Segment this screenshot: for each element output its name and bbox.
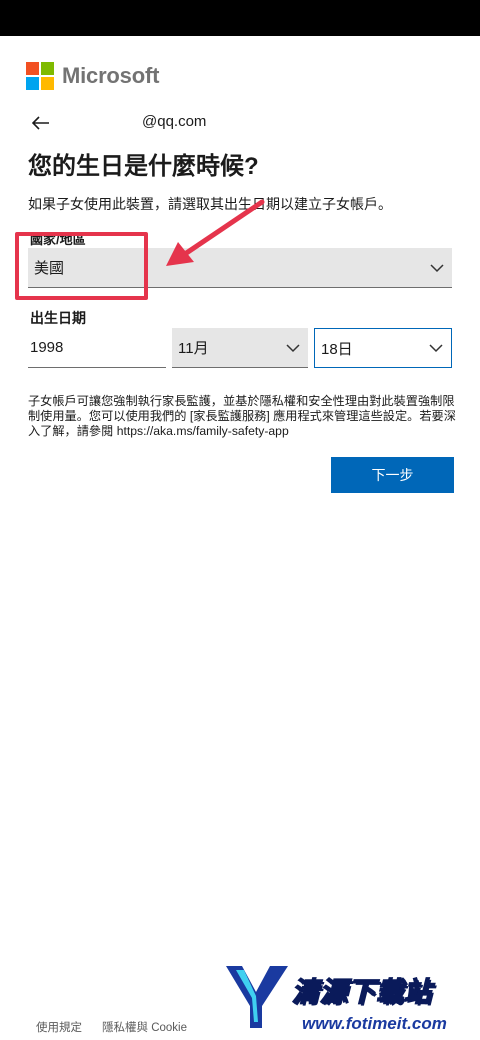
next-button[interactable]: 下一步	[331, 457, 454, 493]
birth-year-input[interactable]: 1998	[28, 328, 166, 368]
microsoft-squares-icon	[26, 62, 54, 90]
birthdate-label: 出生日期	[30, 310, 86, 326]
page-title: 您的生日是什麼時候?	[28, 153, 259, 180]
back-arrow-icon[interactable]	[30, 112, 52, 134]
footer: 使用規定 隱私權與 Cookie	[36, 1019, 187, 1035]
watermark: 清源下载站 www.fotimeit.com	[222, 962, 462, 1036]
birth-day-select[interactable]: 18日	[314, 328, 452, 368]
annotation-arrow-icon	[166, 199, 265, 266]
watermark-logo-icon	[226, 966, 288, 1028]
birth-month-value: 11月	[178, 340, 209, 357]
status-bar	[0, 0, 480, 36]
family-safety-info: 子女帳戶可讓您強制執行家長監護，並基於隱私權和安全性理由對此裝置強制限制使用量。…	[28, 394, 456, 438]
microsoft-logo: Microsoft	[26, 62, 159, 90]
watermark-url: www.fotimeit.com	[302, 1014, 447, 1033]
chevron-down-icon	[286, 343, 300, 352]
birth-day-value: 18日	[321, 340, 353, 358]
account-email: @qq.com	[142, 113, 207, 130]
identity-row: @qq.com	[30, 112, 450, 134]
annotation-highlight-box	[15, 232, 148, 300]
chevron-down-icon	[429, 344, 443, 353]
logo-text: Microsoft	[62, 63, 160, 88]
birth-month-select[interactable]: 11月	[172, 328, 308, 368]
chevron-down-icon	[430, 263, 444, 272]
terms-link[interactable]: 使用規定	[36, 1019, 82, 1035]
watermark-title: 清源下载站	[291, 976, 432, 1008]
privacy-cookie-link[interactable]: 隱私權與 Cookie	[102, 1019, 187, 1035]
